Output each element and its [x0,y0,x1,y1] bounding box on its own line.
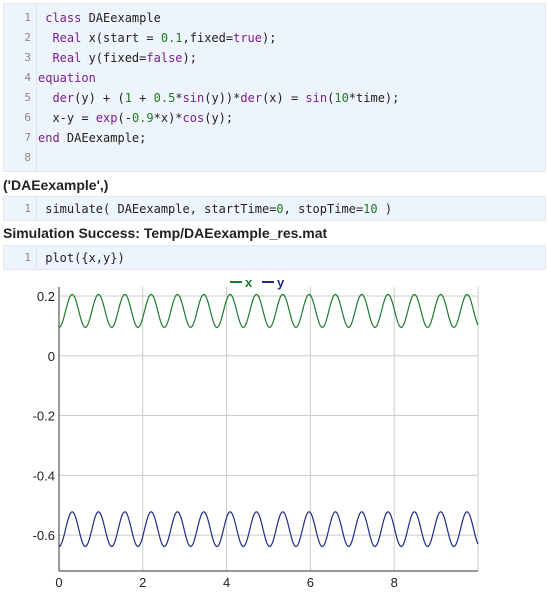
code-line: 1 simulate( DAEexample, startTime=0, sto… [4,199,545,219]
code-cell-2[interactable]: 1 simulate( DAEexample, startTime=0, sto… [3,196,546,221]
output-text-1: ('DAEexample',) [3,177,109,193]
code-line: 5 der(y) + (1 + 0.5*sin(y))*der(x) = sin… [4,88,545,108]
x-tick-label: 8 [391,575,398,590]
line-number: 5 [24,91,31,104]
code-text: class DAEexample [45,11,161,25]
line-number: 7 [24,131,31,144]
line-number: 6 [24,111,31,124]
code-text: Real x(start = 0.1,fixed=true); [52,31,277,45]
line-number: 1 [24,202,31,215]
line-number: 1 [24,251,31,264]
code-text: x-y = exp(-0.9*x)*cos(y); [38,111,234,125]
code-line: 4 equation [4,68,545,88]
line-number: 1 [24,11,31,24]
y-tick-label: 0.2 [37,289,55,304]
output-text-2: Simulation Success: Temp/DAEexample_res.… [3,225,328,241]
line-number: 3 [24,51,31,64]
code-text: equation [38,71,96,85]
plot-chart: 0.2 0 -0.2 -0.4 -0.6 0 2 4 6 8 x y [33,275,479,590]
series-line-y [58,511,479,548]
code-line: 3 Real y(fixed=false); [4,48,545,68]
legend-label-x: x [245,275,253,290]
y-tick-label: -0.2 [33,409,55,424]
legend-label-y: y [277,275,285,290]
code-cell-1[interactable]: 1 class DAEexample 2 Real x(start = 0.1,f… [3,3,546,172]
x-tick-label: 0 [55,575,62,590]
y-tick-label: -0.6 [33,528,55,543]
code-text: simulate( DAEexample, startTime=0, stopT… [38,202,393,216]
y-tick-label: -0.4 [33,468,55,483]
code-line: 1 class DAEexample [4,8,545,28]
line-number: 4 [24,71,31,84]
code-text: Real y(fixed=false); [52,51,197,65]
code-text: end DAEexample; [38,131,147,145]
code-line: 7 end DAEexample; [4,128,545,148]
code-line: 2 Real x(start = 0.1,fixed=true); [4,28,545,48]
x-tick-label: 2 [139,575,146,590]
code-line: 1 plot({x,y}) [4,248,545,268]
x-tick-label: 4 [223,575,230,590]
code-text: der(y) + (1 + 0.5*sin(y))*der(x) = sin(1… [52,91,400,105]
code-line: 6 x-y = exp(-0.9*x)*cos(y); [4,108,545,128]
code-line: 8 [4,148,545,168]
line-number: 8 [24,151,31,164]
series-line-x [58,293,479,328]
line-number: 2 [24,31,31,44]
y-tick-label: 0 [48,349,55,364]
x-tick-label: 6 [307,575,314,590]
code-cell-3[interactable]: 1 plot({x,y}) [3,245,546,270]
code-text: plot({x,y}) [38,251,125,265]
